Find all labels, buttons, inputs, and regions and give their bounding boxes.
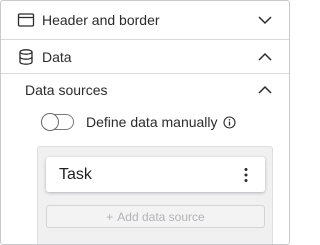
add-data-source-label: Add data source xyxy=(117,209,205,224)
section-header-and-border[interactable]: Header and border xyxy=(1,1,289,40)
data-source-label: Task xyxy=(59,165,92,183)
define-data-manually-row: Define data manually xyxy=(41,108,236,136)
section-title: Header and border xyxy=(42,12,160,28)
data-source-item[interactable]: Task xyxy=(46,157,265,192)
toggle-label: Define data manually xyxy=(86,114,218,130)
subsection-title: Data sources xyxy=(25,82,108,98)
chevron-up-icon[interactable] xyxy=(257,49,273,65)
plus-icon: + xyxy=(106,209,114,224)
properties-panel: Header and border Data Data sources Defi… xyxy=(0,0,290,245)
info-icon[interactable] xyxy=(222,115,236,129)
add-data-source-button[interactable]: + Add data source xyxy=(46,205,265,228)
section-title: Data xyxy=(42,48,72,65)
data-source-list: Task + Add data source xyxy=(37,146,273,244)
database-icon xyxy=(19,48,33,65)
toggle-knob xyxy=(41,113,59,131)
chevron-down-icon[interactable] xyxy=(257,12,273,28)
window-icon xyxy=(17,13,35,27)
section-data[interactable]: Data xyxy=(1,40,289,74)
subsection-data-sources[interactable]: Data sources xyxy=(1,74,289,106)
define-data-manually-toggle[interactable] xyxy=(41,113,74,131)
more-options-icon[interactable] xyxy=(243,167,249,183)
chevron-up-icon[interactable] xyxy=(257,82,273,98)
